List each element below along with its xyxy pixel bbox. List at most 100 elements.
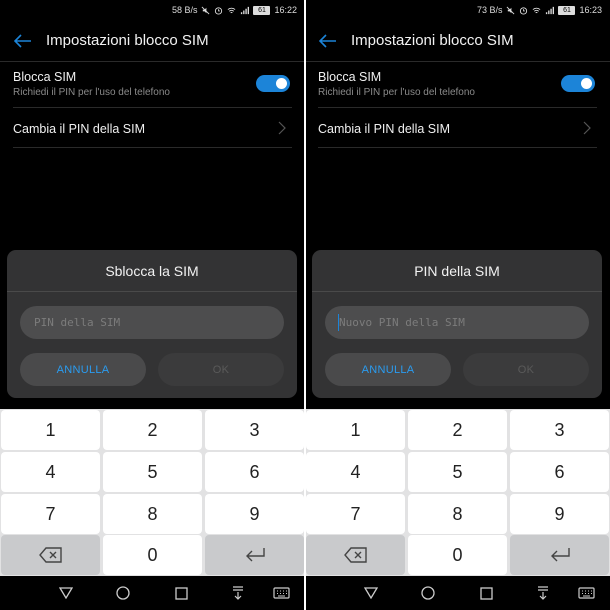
numeric-keyboard: 1 2 3 4 5 6 7 8 9 0 — [305, 409, 610, 576]
pull-down-icon — [538, 586, 548, 600]
enter-key[interactable] — [510, 535, 609, 575]
nav-back-button[interactable] — [57, 584, 75, 602]
setting-title: Cambia il PIN della SIM — [318, 122, 450, 136]
sim-pin-dialog: PIN della SIM ANNULLA OK — [312, 250, 602, 398]
nav-notifications-button[interactable] — [229, 584, 247, 602]
numeric-keyboard: 1 2 3 4 5 6 7 8 9 0 — [0, 409, 305, 576]
circle-home-icon — [421, 586, 435, 600]
backspace-key[interactable] — [1, 535, 100, 575]
back-button[interactable] — [6, 24, 40, 58]
backspace-key[interactable] — [306, 535, 405, 575]
alarm-icon — [520, 6, 528, 15]
chevron-right-icon — [583, 121, 591, 135]
setting-title: Blocca SIM — [13, 70, 77, 84]
triangle-back-icon — [364, 587, 378, 599]
key-1[interactable]: 1 — [1, 410, 100, 450]
setting-change-pin[interactable]: Cambia il PIN della SIM — [13, 110, 292, 148]
screenshot-pair: 58 B/s 61 16:22 Impostazioni blocco SIM … — [0, 0, 610, 610]
backspace-icon — [343, 547, 367, 563]
setting-change-pin[interactable]: Cambia il PIN della SIM — [318, 110, 597, 148]
battery-icon: 61 — [558, 5, 576, 15]
navigation-bar — [305, 576, 610, 610]
key-3[interactable]: 3 — [205, 410, 304, 450]
unlock-sim-dialog: Sblocca la SIM ANNULLA OK — [7, 250, 297, 398]
battery-icon: 61 — [253, 5, 271, 15]
key-2[interactable]: 2 — [103, 410, 202, 450]
key-5[interactable]: 5 — [408, 452, 507, 492]
keyboard-icon — [272, 587, 290, 599]
nav-home-button[interactable] — [114, 584, 132, 602]
key-8[interactable]: 8 — [408, 494, 507, 534]
clock: 16:22 — [274, 5, 297, 15]
network-speed: 58 B/s — [171, 5, 198, 15]
back-button[interactable] — [311, 24, 345, 58]
setting-title: Cambia il PIN della SIM — [13, 122, 145, 136]
keyboard-icon — [577, 587, 595, 599]
nav-keyboard-button[interactable] — [272, 584, 290, 602]
arrow-left-icon — [319, 33, 336, 48]
enter-key[interactable] — [205, 535, 304, 575]
key-9[interactable]: 9 — [205, 494, 304, 534]
key-9[interactable]: 9 — [510, 494, 609, 534]
setting-subtitle: Richiedi il PIN per l'uso del telefono — [318, 87, 475, 98]
chevron-right-icon — [278, 121, 286, 135]
key-6[interactable]: 6 — [510, 452, 609, 492]
dialog-title: PIN della SIM — [312, 250, 602, 292]
arrow-left-icon — [14, 33, 31, 48]
setting-subtitle: Richiedi il PIN per l'uso del telefono — [13, 87, 170, 98]
key-3[interactable]: 3 — [510, 410, 609, 450]
mute-icon — [202, 6, 210, 14]
app-bar: Impostazioni blocco SIM — [305, 20, 610, 62]
setting-lock-sim[interactable]: Blocca SIM Richiedi il PIN per l'uso del… — [13, 66, 292, 108]
signal-icon — [546, 6, 555, 14]
setting-title: Blocca SIM — [318, 70, 382, 84]
enter-icon — [550, 548, 570, 562]
setting-lock-sim[interactable]: Blocca SIM Richiedi il PIN per l'uso del… — [318, 66, 597, 108]
key-0[interactable]: 0 — [408, 535, 507, 575]
key-5[interactable]: 5 — [103, 452, 202, 492]
nav-home-button[interactable] — [419, 584, 437, 602]
ok-button[interactable]: OK — [158, 353, 284, 386]
lock-sim-toggle[interactable] — [561, 75, 595, 92]
nav-notifications-button[interactable] — [534, 584, 552, 602]
new-pin-input[interactable] — [325, 306, 589, 339]
keyboard-row: 7 8 9 — [0, 494, 305, 534]
page-title: Impostazioni blocco SIM — [351, 32, 514, 49]
lock-sim-toggle[interactable] — [256, 75, 290, 92]
keyboard-row: 4 5 6 — [305, 452, 610, 492]
key-2[interactable]: 2 — [408, 410, 507, 450]
keyboard-row: 4 5 6 — [0, 452, 305, 492]
pull-down-icon — [233, 586, 243, 600]
status-bar: 73 B/s 61 16:23 — [305, 0, 610, 20]
toggle-knob — [581, 78, 592, 89]
key-0[interactable]: 0 — [103, 535, 202, 575]
key-7[interactable]: 7 — [306, 494, 405, 534]
keyboard-row: 7 8 9 — [305, 494, 610, 534]
nav-keyboard-button[interactable] — [577, 584, 595, 602]
key-1[interactable]: 1 — [306, 410, 405, 450]
key-4[interactable]: 4 — [1, 452, 100, 492]
key-7[interactable]: 7 — [1, 494, 100, 534]
ok-button[interactable]: OK — [463, 353, 589, 386]
key-8[interactable]: 8 — [103, 494, 202, 534]
circle-home-icon — [116, 586, 130, 600]
nav-recents-button[interactable] — [477, 584, 495, 602]
keyboard-row: 0 — [0, 535, 305, 575]
phone-screen-left: 58 B/s 61 16:22 Impostazioni blocco SIM … — [0, 0, 305, 610]
alarm-icon — [215, 6, 223, 15]
nav-recents-button[interactable] — [172, 584, 190, 602]
pin-input[interactable] — [20, 306, 284, 339]
cancel-button[interactable]: ANNULLA — [20, 353, 146, 386]
nav-back-button[interactable] — [362, 584, 380, 602]
clock: 16:23 — [579, 5, 602, 15]
keyboard-row: 1 2 3 — [305, 410, 610, 450]
status-bar: 58 B/s 61 16:22 — [0, 0, 305, 20]
backspace-icon — [38, 547, 62, 563]
cancel-button[interactable]: ANNULLA — [325, 353, 451, 386]
key-6[interactable]: 6 — [205, 452, 304, 492]
key-4[interactable]: 4 — [306, 452, 405, 492]
image-divider — [304, 0, 306, 610]
signal-icon — [241, 6, 250, 14]
square-recents-icon — [479, 586, 493, 600]
text-cursor — [338, 314, 339, 331]
